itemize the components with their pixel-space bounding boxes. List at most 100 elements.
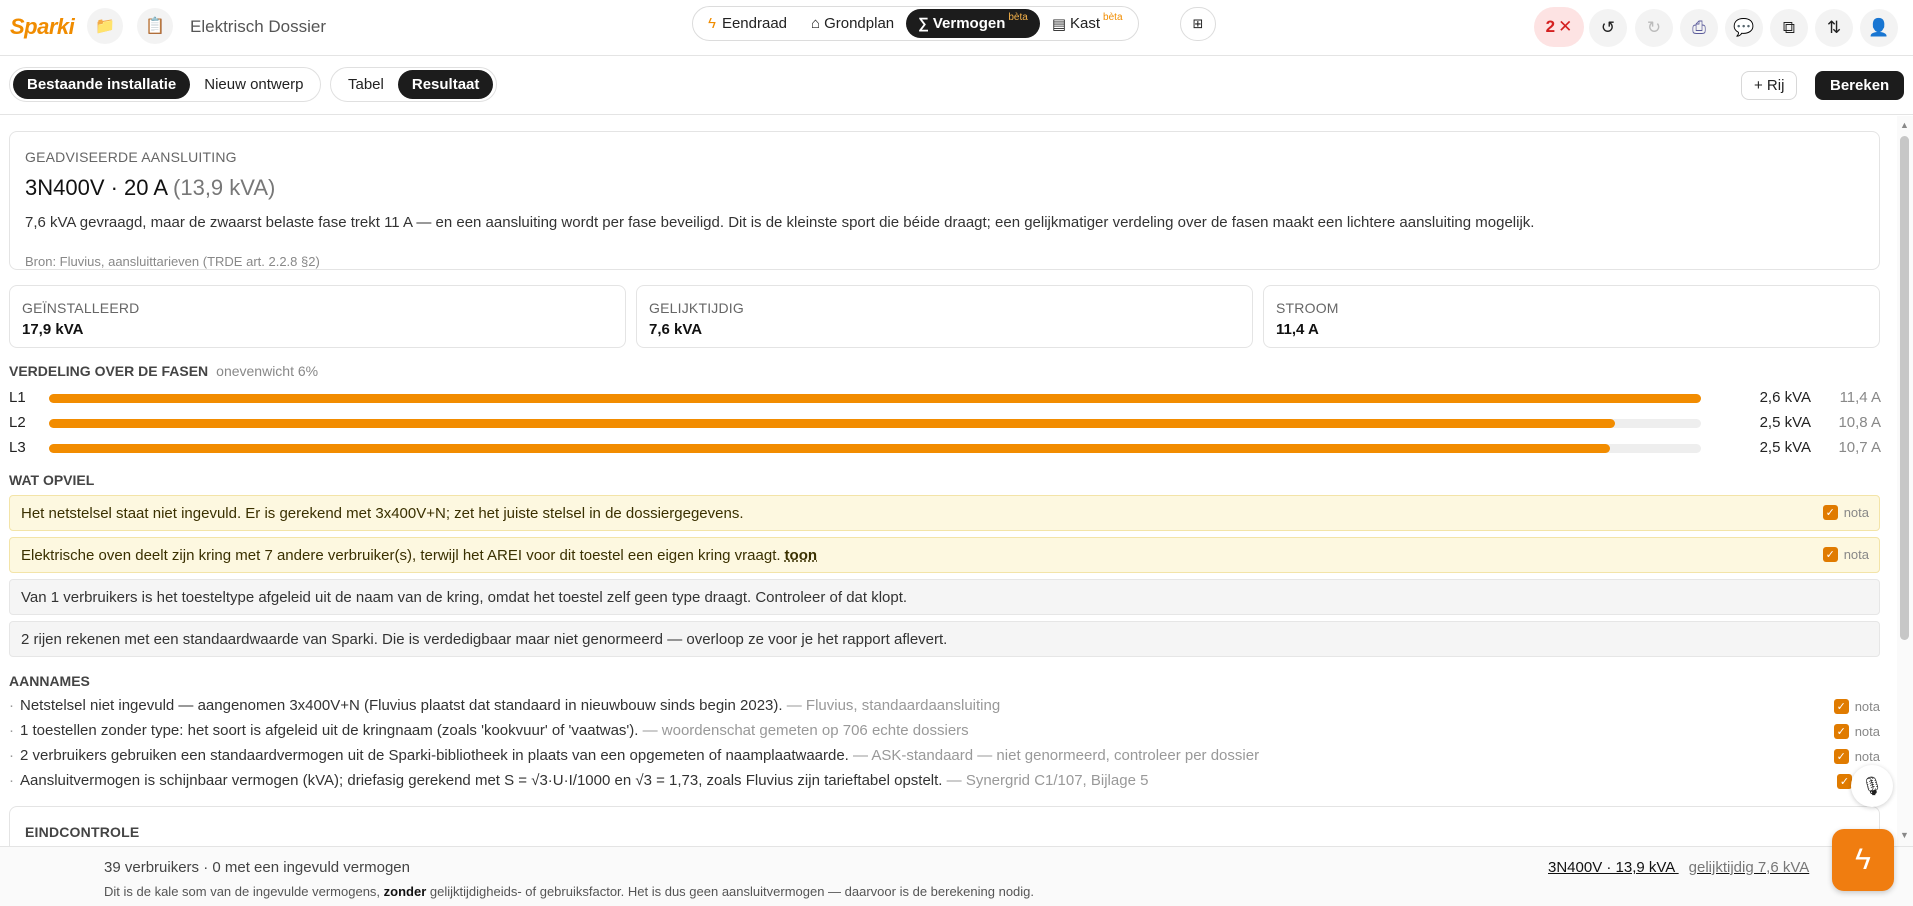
phase-row-l3: L3 2,5 kVA 10,7 A — [9, 438, 1881, 458]
advice-description: 7,6 kVA gevraagd, maar de zwaarst belast… — [25, 214, 1535, 231]
phase-amp: 11,4 A — [1839, 389, 1881, 406]
checkmark-icon: ✓ — [1822, 505, 1838, 520]
add-row-button[interactable]: + Rij — [1741, 71, 1798, 100]
nota-checkbox[interactable]: ✓ nota — [1833, 749, 1880, 764]
clipboard-icon[interactable]: 📋 — [137, 8, 173, 44]
stat-card-simultaneous: GELIJKTIJDIG 7,6 kVA — [636, 285, 1253, 348]
account-button[interactable]: 👤 — [1860, 9, 1898, 47]
error-count-badge[interactable]: 2 ✕ — [1534, 7, 1584, 47]
duplicate-button[interactable]: ⧉ — [1770, 9, 1808, 47]
view-switcher: Tabel Resultaat — [330, 67, 498, 102]
chat-bubble-icon: 💬 — [1733, 18, 1755, 37]
microphone-button[interactable]: 🎙 — [1851, 765, 1893, 807]
swap-arrows-icon: ⇅ — [1826, 18, 1842, 37]
tab-nieuw-ontwerp[interactable]: Nieuw ontwerp — [190, 70, 317, 99]
phases-heading: VERDELING OVER DE FASEN onevenwicht 6% — [9, 363, 318, 379]
phase-bar-fill — [49, 394, 1701, 403]
sparki-assistant-button[interactable]: ϟ — [1832, 829, 1894, 891]
tab-resultaat[interactable]: Resultaat — [397, 70, 494, 99]
tab-tabel[interactable]: Tabel — [334, 70, 398, 99]
scroll-down-icon[interactable]: ▼ — [1900, 830, 1909, 840]
status-footer: 39 verbruikers · 0 met een ingevuld verm… — [0, 846, 1913, 906]
footer-explanation-bold: zonder — [383, 884, 427, 899]
sigma-icon: ∑ — [918, 15, 929, 32]
checkmark-icon: ✓ — [1837, 774, 1852, 789]
nota-checkbox[interactable]: ✓ nota — [1833, 724, 1880, 739]
assumption-source: — Fluvius, standaardaansluiting — [786, 697, 1001, 714]
finding-text: 2 rijen rekenen met een standaardwaarde … — [21, 630, 948, 648]
comments-button[interactable]: 💬 — [1725, 9, 1763, 47]
tab-eendraad[interactable]: ϟ Eendraad — [696, 9, 799, 38]
scroll-up-icon[interactable]: ▲ — [1900, 120, 1909, 130]
show-link[interactable]: toon — [785, 547, 817, 564]
phase-amp: 10,8 A — [1838, 414, 1881, 431]
stat-label: STROOM — [1276, 300, 1339, 316]
finding-item: Het netstelsel staat niet ingevuld. Er i… — [9, 495, 1880, 531]
phase-row-l2: L2 2,5 kVA 10,8 A — [9, 413, 1881, 433]
final-check-card: EINDCONTROLE — [9, 806, 1880, 846]
footer-explanation: Dit is de kale som van de ingevulde verm… — [104, 884, 1034, 899]
redo-button[interactable]: ↻ — [1635, 9, 1673, 47]
phase-bar-fill — [49, 419, 1616, 428]
assumption-text: Netstelsel niet ingevuld — aangenomen 3x… — [20, 697, 783, 714]
advice-value-kva: (13,9 kVA) — [173, 175, 276, 200]
sort-button[interactable]: ⇅ — [1815, 9, 1853, 47]
assumption-text: 1 toestellen zonder type: het soort is a… — [20, 722, 639, 739]
tab-vermogen[interactable]: ∑ Vermogen bèta — [906, 9, 1040, 38]
stat-card-installed: GEÏNSTALLEERD 17,9 kVA — [9, 285, 626, 348]
grid-view-button[interactable]: ⊞ — [1180, 7, 1216, 41]
consumer-count: 39 verbruikers · 0 met een ingevuld verm… — [104, 859, 410, 876]
assumption-item: · Netstelsel niet ingevuld — aangenomen 3… — [9, 697, 1880, 717]
phase-bar-track — [49, 444, 1701, 453]
cabinet-icon: ▤ — [1051, 15, 1067, 33]
nota-checkbox[interactable]: ✓ nota — [1822, 505, 1869, 520]
scrollbar-thumb[interactable] — [1900, 136, 1909, 640]
nota-checkbox[interactable]: ✓ nota — [1822, 547, 1869, 562]
app-logo[interactable]: Sparki — [10, 14, 75, 40]
finding-item: 2 rijen rekenen met een standaardwaarde … — [9, 621, 1880, 657]
assumption-item: · 2 verbruikers gebruiken een standaardve… — [9, 747, 1880, 767]
footer-summary[interactable]: 3N400V · 13,9 kVA gelijktijdig 7,6 kVA — [1548, 859, 1809, 876]
assumption-text: 2 verbruikers gebruiken een standaardver… — [20, 747, 849, 764]
assumptions-heading: AANNAMES — [9, 673, 90, 689]
phase-label: L1 — [9, 389, 26, 406]
tab-kast[interactable]: ▤ Kast bèta — [1040, 9, 1135, 38]
stat-value: 11,4 A — [1276, 321, 1319, 338]
nota-label: nota — [1854, 749, 1880, 764]
tab-grondplan[interactable]: ⌂ Grondplan — [799, 9, 906, 38]
tab-label: Grondplan — [824, 15, 895, 32]
folder-icon[interactable]: 📁 — [87, 8, 123, 44]
lightning-icon: ϟ — [708, 15, 716, 32]
tab-bestaande-installatie[interactable]: Bestaande installatie — [13, 70, 191, 99]
assumption-source: — woordenschat gemeten op 706 echte doss… — [642, 722, 969, 739]
advice-source: Bron: Fluvius, aansluittarieven (TRDE ar… — [25, 254, 320, 269]
checkmark-icon: ✓ — [1833, 699, 1849, 714]
lightning-icon: ϟ — [1855, 843, 1871, 876]
scrollbar[interactable]: ▲ ▼ — [1897, 116, 1913, 846]
document-title[interactable]: Elektrisch Dossier — [190, 17, 326, 37]
microphone-icon: 🎙 — [1860, 775, 1884, 796]
footer-explanation-a: Dit is de kale som van de ingevulde verm… — [104, 884, 384, 899]
checkmark-icon: ✓ — [1833, 749, 1849, 764]
undo-button[interactable]: ↺ — [1589, 9, 1627, 47]
phase-row-l1: L1 2,6 kVA 11,4 A — [9, 388, 1881, 408]
bullet: · — [9, 772, 14, 789]
print-button[interactable]: ⎙ — [1680, 9, 1718, 47]
scope-switcher: Bestaande installatie Nieuw ontwerp — [9, 67, 322, 102]
mode-switcher: ϟ Eendraad ⌂ Grondplan ∑ Vermogen bèta ▤… — [692, 6, 1139, 41]
user-icon: 👤 — [1868, 18, 1890, 37]
top-bar: Sparki 📁 📋 Elektrisch Dossier ϟ Eendraad… — [0, 0, 1913, 56]
undo-icon: ↺ — [1600, 18, 1616, 37]
summary-simultaneous: gelijktijdig 7,6 kVA — [1688, 859, 1810, 876]
bullet: · — [9, 697, 14, 714]
advice-value-main: 3N400V · 20 A — [25, 175, 167, 200]
calculate-button[interactable]: Bereken — [1815, 71, 1905, 100]
beta-badge: bèta — [1008, 12, 1028, 23]
phase-label: L3 — [9, 439, 26, 456]
tab-label: Eendraad — [721, 15, 788, 32]
tab-label: Kast — [1070, 15, 1101, 32]
nota-label: nota — [1843, 547, 1869, 562]
toolbar: Bestaande installatie Nieuw ontwerp Tabe… — [0, 56, 1913, 115]
phase-kva: 2,5 kVA — [1759, 439, 1811, 456]
nota-checkbox[interactable]: ✓ nota — [1833, 699, 1880, 714]
